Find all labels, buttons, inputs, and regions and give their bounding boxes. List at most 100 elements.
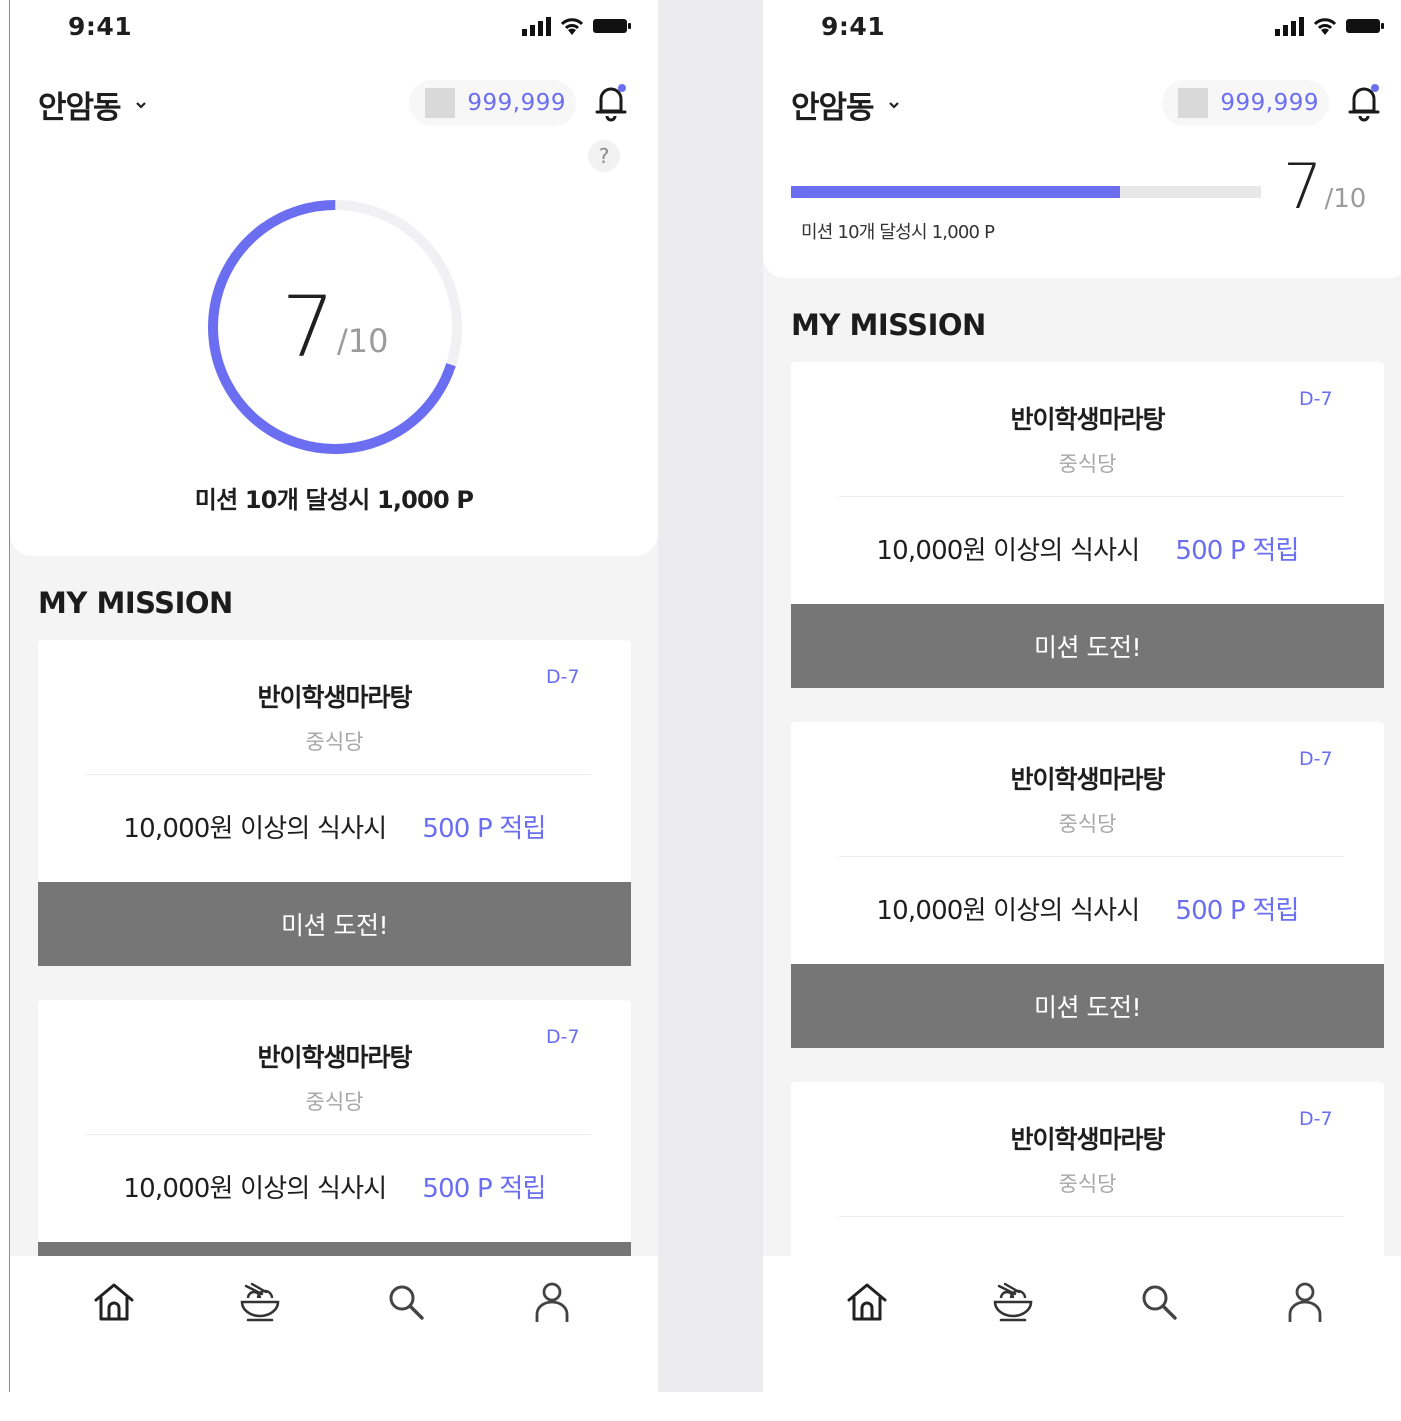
divider [839, 496, 1344, 497]
condition-text: 10,000원 이상의 식사시 [876, 536, 1140, 566]
mission-category: 중식당 [305, 1090, 364, 1114]
tab-profile[interactable] [1283, 1280, 1327, 1324]
mission-name: 반이학생마라탕 [257, 1043, 412, 1072]
mission-condition: 10,000원 이상의 식사시 500 P 적립 [38, 1168, 631, 1205]
mission-card: 반이학생마라탕 D-7 중식당 10,000원 이상의 식사시 500 P 적립… [791, 362, 1384, 688]
reward-points: 500 P 적립 [422, 814, 546, 844]
mission-name: 반이학생마라탕 [1010, 405, 1165, 434]
points-value: 999,999 [467, 90, 566, 116]
d-day-badge: D-7 [546, 1026, 580, 1048]
home-icon [94, 1283, 134, 1321]
phone-screen-bar: 9:41 안암동 999,999 7 /10 미션 10개 달성시 1,000 … [763, 0, 1401, 1392]
progress-count: 7 /10 [1283, 156, 1366, 218]
mission-condition: 10,000원 이상의 식사시 500 P 적립 [791, 890, 1384, 927]
chevron-down-icon [135, 101, 146, 109]
status-time: 9:41 [68, 12, 133, 41]
tab-food[interactable] [991, 1280, 1035, 1324]
mission-challenge-button[interactable]: 미션 도전! [791, 604, 1384, 688]
mission-condition: 10,000원 이상의 식사시 500 P 적립 [38, 808, 631, 845]
reward-points: 500 P 적립 [1175, 536, 1299, 566]
header: 안암동 999,999 [763, 58, 1401, 148]
wifi-icon [1313, 18, 1337, 35]
search-icon [1142, 1285, 1177, 1320]
points-value: 999,999 [1220, 90, 1319, 116]
location-name: 안암동 [791, 90, 875, 126]
reward-text: 미션 10개 달성시 1,000 P [194, 486, 474, 514]
condition-text: 10,000원 이상의 식사시 [123, 1174, 387, 1204]
d-day-badge: D-7 [546, 666, 580, 688]
tab-profile[interactable] [530, 1280, 574, 1324]
mission-card: 반이학생마라탕 D-7 중식당 10,000원 이상의 식사시 500 P 적립… [38, 640, 631, 966]
section-title: MY MISSION [38, 586, 233, 620]
status-icons [522, 16, 632, 36]
location-name: 안암동 [38, 90, 122, 126]
signal-icon [1275, 17, 1304, 36]
progress-bar-fill [791, 186, 1120, 198]
mission-name: 반이학생마라탕 [257, 683, 412, 712]
chevron-down-icon [888, 101, 899, 109]
mission-challenge-button[interactable]: 미션 도전! [791, 964, 1384, 1048]
notification-button[interactable] [594, 82, 628, 126]
progress-ring: 7 /10 [204, 196, 466, 458]
d-day-badge: D-7 [1299, 388, 1333, 410]
coin-icon [425, 88, 456, 118]
d-day-badge: D-7 [1299, 748, 1333, 770]
points-chip[interactable]: 999,999 [409, 80, 576, 126]
divider [86, 1134, 591, 1135]
food-bowl-icon [993, 1282, 1033, 1322]
location-selector[interactable]: 안암동 [791, 82, 900, 127]
mission-category: 중식당 [305, 730, 364, 754]
condition-text: 10,000원 이상의 식사시 [123, 814, 387, 844]
home-icon [847, 1283, 887, 1321]
tab-home[interactable] [845, 1280, 889, 1324]
reward-points: 500 P 적립 [422, 1174, 546, 1204]
tab-search[interactable] [384, 1280, 428, 1324]
profile-icon [535, 1282, 569, 1322]
help-button[interactable]: ? [588, 140, 620, 172]
mission-category: 중식당 [1058, 1172, 1117, 1196]
status-bar: 9:41 [763, 0, 1401, 58]
status-bar: 9:41 [10, 0, 658, 58]
condition-text: 10,000원 이상의 식사시 [876, 896, 1140, 926]
tab-food[interactable] [238, 1280, 282, 1324]
points-chip[interactable]: 999,999 [1162, 80, 1329, 126]
bottom-edge [0, 1392, 1401, 1421]
mission-challenge-button[interactable]: 미션 도전! [38, 882, 631, 966]
mission-card: 반이학생마라탕 D-7 중식당 10,000원 이상의 식사시 500 P 적립… [791, 722, 1384, 1048]
tab-home[interactable] [92, 1280, 136, 1324]
reward-text: 미션 10개 달성시 1,000 P [801, 222, 995, 243]
notification-button[interactable] [1347, 82, 1381, 126]
reward-points: 500 P 적립 [1175, 896, 1299, 926]
header: 안암동 999,999 [10, 58, 658, 148]
coin-icon [1178, 88, 1209, 118]
signal-icon [522, 17, 551, 36]
search-icon [389, 1285, 424, 1320]
wifi-icon [560, 18, 584, 35]
status-time: 9:41 [821, 12, 886, 41]
completed-count: 7 [281, 278, 335, 376]
food-bowl-icon [240, 1282, 280, 1322]
d-day-badge: D-7 [1299, 1108, 1333, 1130]
mission-name: 반이학생마라탕 [1010, 1125, 1165, 1154]
total-count: /10 [1324, 184, 1367, 214]
bell-icon [595, 84, 627, 122]
divider [86, 774, 591, 775]
mission-name: 반이학생마라탕 [1010, 765, 1165, 794]
profile-icon [1288, 1282, 1322, 1322]
left-edge [0, 0, 10, 1421]
progress-bar [791, 186, 1261, 198]
battery-icon [593, 19, 631, 33]
mission-condition: 10,000원 이상의 식사시 500 P 적립 [791, 530, 1384, 567]
divider [839, 856, 1344, 857]
tab-bar [10, 1256, 658, 1392]
mission-category: 중식당 [1058, 812, 1117, 836]
location-selector[interactable]: 안암동 [38, 82, 147, 127]
status-icons [1275, 16, 1385, 36]
completed-count: 7 [1283, 150, 1323, 223]
mission-category: 중식당 [1058, 452, 1117, 476]
bell-icon [1348, 84, 1380, 122]
total-count: /10 [336, 322, 389, 360]
tab-search[interactable] [1137, 1280, 1181, 1324]
phone-screen-ring: 9:41 안암동 999,999 ? 7 /10 미션 10개 달성시 1,00… [10, 0, 658, 1392]
battery-icon [1346, 19, 1384, 33]
